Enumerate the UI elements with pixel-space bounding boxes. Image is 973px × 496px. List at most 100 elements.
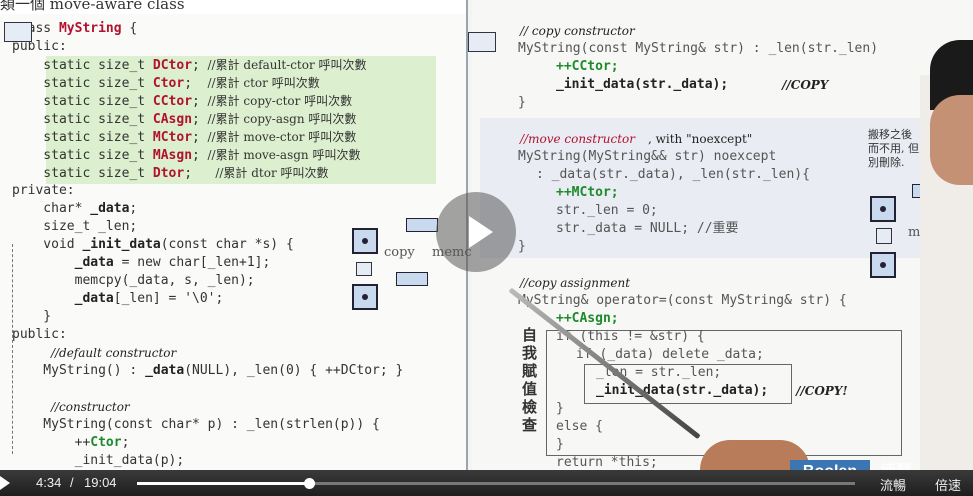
code-identifier: Ctor (152, 76, 185, 91)
move-ctor-signature: MyString(MyString&& str) noexcept (518, 149, 777, 164)
left-code-line: static size_t MCtor; //累計 move-ctor 呼叫次數 (12, 128, 356, 147)
left-code-line: size_t _len; (12, 218, 137, 236)
code-identifier: MCtor (152, 130, 193, 145)
code-rest: { (121, 21, 138, 36)
play-overlay-button[interactable] (436, 192, 516, 272)
progress-knob[interactable] (303, 478, 315, 489)
copy-ctor-line-2: _init_data(str._data); (556, 77, 729, 92)
code-identifier: CAsgn (152, 112, 193, 127)
copy-asgn-line-8: } (556, 437, 564, 452)
left-code-line: static size_t Dtor; //累計 dtor 呼叫次數 (12, 164, 328, 183)
left-code-line: public: (12, 326, 67, 344)
code-comment: //default constructor (43, 346, 177, 360)
code-rest: ; (192, 112, 200, 127)
code-text: static size_t (12, 94, 153, 109)
self-assign-check-note: 自我賦值檢查 (522, 326, 540, 434)
play-icon[interactable] (0, 474, 12, 492)
code-comment: //累計 default-ctor 呼叫次數 (199, 58, 367, 72)
code-rest: ; (129, 201, 138, 216)
code-identifier: CCtor (152, 94, 193, 109)
copy-asgn-line-6: } (556, 401, 564, 416)
code-rest: ; (184, 76, 200, 91)
code-text: public: (12, 327, 67, 342)
code-comment: //累計 move-ctor 呼叫次數 (199, 130, 357, 144)
vertical-note-char: 查 (522, 416, 538, 434)
move-down-arrow-icon (876, 228, 892, 244)
code-rest: (const char *s) { (160, 237, 294, 252)
copy-asgn-line-5-comment: //COPY! (796, 384, 848, 398)
code-rest: (NULL), _len(0) { ++DCtor; } (184, 363, 404, 378)
code-comment: //累計 copy-ctor 呼叫次數 (199, 94, 353, 108)
left-code-line: _data = new char[_len+1]; (12, 254, 271, 272)
dest-pointer-box (352, 284, 378, 310)
left-code-line: char* _data; (12, 200, 137, 218)
code-rest: ; (121, 435, 130, 450)
code-text: } (12, 309, 52, 324)
code-member: _data (74, 255, 114, 270)
presenter-face (930, 95, 973, 185)
left-code-line: static size_t CCtor; //累計 copy-ctor 呼叫次數 (12, 92, 352, 111)
code-text: _init_data(p); (12, 453, 185, 468)
speed-button[interactable]: 倍速 (935, 475, 961, 494)
code-rest: ; (184, 166, 208, 181)
left-code-line: static size_t DCtor; //累計 default-ctor 呼… (12, 56, 367, 75)
copy-asgn-line-1: ++CAsgn; (556, 311, 619, 326)
vertical-note-char: 自 (522, 326, 538, 344)
code-text: MyString() : (12, 363, 146, 378)
left-code-line: memcpy(_data, s, _len); (12, 272, 255, 290)
source-pointer-box (352, 228, 378, 254)
copy-ctor-line-2-comment: //COPY (782, 78, 829, 92)
code-text: static size_t (12, 58, 153, 73)
code-member: _data (90, 201, 130, 216)
code-comment: //累計 move-asgn 呼叫次數 (199, 148, 361, 162)
code-identifier: Dtor (152, 166, 185, 181)
code-text: size_t _len; (12, 219, 138, 234)
left-code-line: static size_t CAsgn; //累計 copy-asgn 呼叫次數 (12, 110, 356, 129)
move-ctor-line-2: str._len = 0; (556, 203, 658, 218)
code-text: MyString(const char* p) : _len(strlen(p)… (12, 417, 380, 432)
code-rest: ; (192, 148, 200, 163)
code-text: char* (12, 201, 91, 216)
code-text: static size_t (12, 166, 153, 181)
left-code-line: MyString(const char* p) : _len(strlen(p)… (12, 416, 380, 434)
code-text: ++ (12, 435, 91, 450)
progress-fill (137, 482, 309, 485)
video-frame[interactable]: 類一個 move-aware class class MyString {pub… (0, 0, 973, 496)
copy-ctor-signature: MyString(const MyString& str) : _len(str… (518, 41, 879, 56)
move-ctor-comment-suffix: , with "noexcept" (648, 132, 753, 146)
vertical-note-char: 我 (522, 344, 538, 362)
player-controls: 4:34 / 19:04 流暢 倍速 (0, 470, 973, 496)
code-rest: ; (192, 130, 200, 145)
code-text: void (12, 237, 83, 252)
quality-button[interactable]: 流暢 (880, 475, 906, 494)
progress-bar[interactable] (137, 478, 855, 489)
copy-ctor-close: } (518, 95, 526, 110)
copy-asgn-signature: MyString& operator=(const MyString& str)… (518, 293, 847, 308)
move-ctor-comment: //move constructor (520, 132, 636, 146)
code-text: static size_t (12, 130, 153, 145)
code-identifier: DCtor (152, 58, 193, 73)
call-flow-bracket (12, 244, 14, 454)
time-separator: / (70, 475, 74, 490)
down-arrow-icon (356, 262, 372, 276)
left-code-line: } (12, 308, 51, 326)
code-counter: Ctor (90, 435, 122, 450)
code-comment: //累計 copy-asgn 呼叫次數 (199, 112, 357, 126)
left-code-line: MyString() : _data(NULL), _len(0) { ++DC… (12, 362, 403, 380)
code-member: _data (145, 363, 185, 378)
code-text: static size_t (12, 148, 153, 163)
source-buffer (406, 218, 438, 232)
right-slide-arrow-icon (468, 32, 496, 52)
left-code-line: private: (12, 182, 75, 200)
copy-asgn-comment: //copy assignment (520, 276, 631, 290)
copy-asgn-line-5: _init_data(str._data); (596, 383, 769, 398)
move-src-box (870, 196, 896, 222)
move-ctor-init-list: : _data(str._data), _len(str._len){ (536, 167, 810, 182)
code-rest: ; (192, 58, 200, 73)
code-rest: [_len] = '\0'; (113, 291, 224, 306)
code-text: private: (12, 183, 75, 198)
code-text: static size_t (12, 112, 153, 127)
